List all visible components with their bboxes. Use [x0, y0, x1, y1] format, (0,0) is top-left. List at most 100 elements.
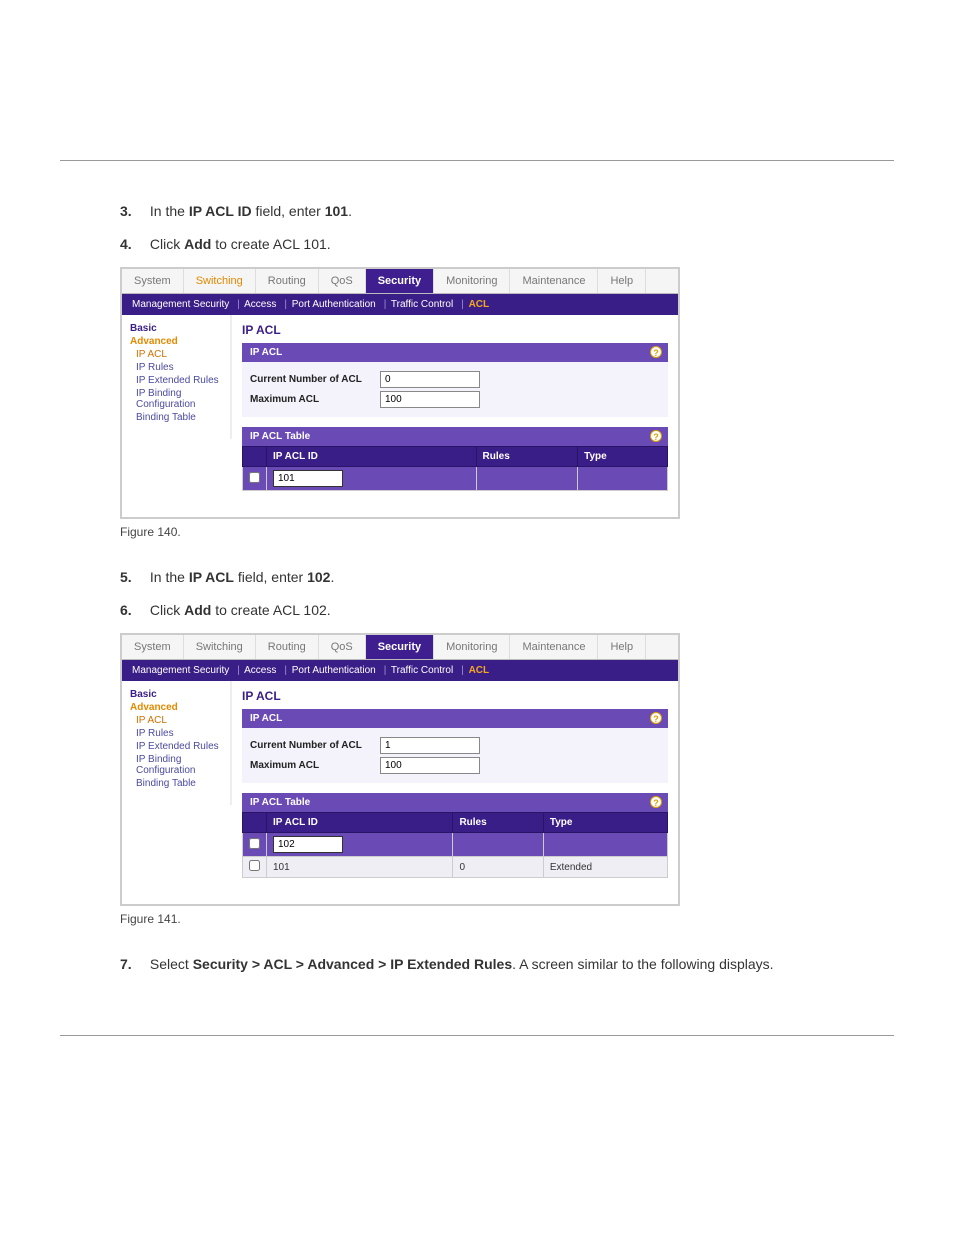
sidebar-advanced[interactable]: Advanced — [130, 702, 224, 713]
ipacl-table-head: IP ACL Table ? — [242, 793, 668, 812]
help-icon[interactable]: ? — [650, 712, 662, 724]
sidebar-item-bindingtable[interactable]: Binding Table — [136, 412, 224, 423]
row-checkbox[interactable] — [249, 472, 260, 483]
tab-system[interactable]: System — [122, 635, 184, 659]
step-3-field: IP ACL ID — [189, 203, 252, 219]
step-5-text-a: In the — [150, 569, 189, 585]
ipacl-panel: IP ACL ? Current Number of ACL Maximum A… — [242, 709, 668, 783]
sidebar-item-iprules[interactable]: IP Rules — [136, 362, 224, 373]
step-5-field: IP ACL — [189, 569, 234, 585]
sidebar-item-ipbinding[interactable]: IP Binding Configuration — [136, 754, 224, 776]
current-acl-row: Current Number of ACL — [250, 371, 660, 388]
figure-141-label: Figure 141. — [120, 912, 894, 926]
step-6-action: Add — [184, 602, 211, 618]
netgear-ui-fig141: System Switching Routing QoS Security Mo… — [120, 633, 680, 906]
figure-140-label: Figure 140. — [120, 525, 894, 539]
max-acl-label: Maximum ACL — [250, 394, 380, 405]
sidebar-item-bindingtable[interactable]: Binding Table — [136, 778, 224, 789]
ui-body: Basic Advanced IP ACL IP Rules IP Extend… — [122, 315, 678, 517]
subnav-sep: | — [284, 665, 287, 676]
sidebar-advanced[interactable]: Advanced — [130, 336, 224, 347]
tab-monitoring[interactable]: Monitoring — [434, 635, 510, 659]
step-3-text-a: In the — [150, 203, 189, 219]
step-4: 4. Click Add to create ACL 101. — [120, 234, 894, 255]
tab-qos[interactable]: QoS — [319, 269, 366, 293]
subnav-portauth[interactable]: Port Authentication — [292, 665, 376, 676]
netgear-ui-fig140: System Switching Routing QoS Security Mo… — [120, 267, 680, 519]
ipacl-table: IP ACL ID Rules Type — [242, 812, 668, 878]
sidebar: Basic Advanced IP ACL IP Rules IP Extend… — [122, 681, 232, 805]
step-3-value: 101 — [325, 203, 348, 219]
sub-nav: Management Security | Access | Port Authen… — [122, 660, 678, 681]
current-acl-input[interactable] — [380, 737, 480, 754]
tab-switching[interactable]: Switching — [184, 635, 256, 659]
subnav-sep: | — [461, 665, 464, 676]
subnav-acl[interactable]: ACL — [469, 299, 490, 310]
page-footer-rule — [60, 1035, 894, 1036]
subnav-access[interactable]: Access — [244, 665, 276, 676]
sidebar-item-ipacl[interactable]: IP ACL — [136, 715, 224, 726]
sidebar-item-ipacl[interactable]: IP ACL — [136, 349, 224, 360]
subnav-mgmt[interactable]: Management Security — [132, 665, 229, 676]
subnav-portauth[interactable]: Port Authentication — [292, 299, 376, 310]
content-title: IP ACL — [242, 323, 668, 337]
subnav-mgmt[interactable]: Management Security — [132, 299, 229, 310]
max-acl-input[interactable] — [380, 757, 480, 774]
tab-security[interactable]: Security — [366, 269, 434, 293]
subnav-sep: | — [284, 299, 287, 310]
col-id: IP ACL ID — [267, 813, 453, 833]
step-4-num: 4. — [120, 234, 146, 255]
sidebar-basic[interactable]: Basic — [130, 689, 224, 700]
tab-routing[interactable]: Routing — [256, 635, 319, 659]
step-5-text-c: field, enter — [234, 569, 307, 585]
row-id: 101 — [267, 857, 453, 878]
sidebar-item-iprules[interactable]: IP Rules — [136, 728, 224, 739]
step-7: 7. Select Security > ACL > Advanced > IP… — [120, 954, 894, 975]
sidebar-item-ipextrules[interactable]: IP Extended Rules — [136, 375, 224, 386]
sidebar-item-ipbinding[interactable]: IP Binding Configuration — [136, 388, 224, 410]
table-edit-row — [243, 467, 668, 491]
sidebar-item-ipextrules[interactable]: IP Extended Rules — [136, 741, 224, 752]
col-rules: Rules — [476, 447, 578, 467]
ipacl-panel-head: IP ACL ? — [242, 343, 668, 362]
max-acl-input[interactable] — [380, 391, 480, 408]
ipacl-table-panel: IP ACL Table ? IP ACL ID Rules Type — [242, 793, 668, 878]
tab-maintenance[interactable]: Maintenance — [510, 269, 598, 293]
tab-switching[interactable]: Switching — [184, 269, 256, 293]
current-acl-label: Current Number of ACL — [250, 740, 380, 751]
ipacl-panel-title: IP ACL — [250, 347, 282, 358]
step-6-num: 6. — [120, 600, 146, 621]
acl-id-input[interactable] — [273, 470, 343, 487]
acl-id-input[interactable] — [273, 836, 343, 853]
tab-security[interactable]: Security — [366, 635, 434, 659]
col-id: IP ACL ID — [267, 447, 477, 467]
subnav-acl[interactable]: ACL — [469, 665, 490, 676]
step-4-text-c: to create ACL 101. — [211, 236, 330, 252]
subnav-sep: | — [237, 665, 240, 676]
tab-help[interactable]: Help — [598, 269, 646, 293]
help-icon[interactable]: ? — [650, 796, 662, 808]
content-pane: IP ACL IP ACL ? Current Number of ACL Ma… — [232, 315, 678, 517]
tab-maintenance[interactable]: Maintenance — [510, 635, 598, 659]
tab-monitoring[interactable]: Monitoring — [434, 269, 510, 293]
tab-qos[interactable]: QoS — [319, 635, 366, 659]
tab-help[interactable]: Help — [598, 635, 646, 659]
table-row[interactable]: 101 0 Extended — [243, 857, 668, 878]
current-acl-input[interactable] — [380, 371, 480, 388]
edit-rules-cell — [453, 833, 543, 857]
col-checkbox — [243, 813, 267, 833]
help-icon[interactable]: ? — [650, 346, 662, 358]
tab-routing[interactable]: Routing — [256, 269, 319, 293]
subnav-access[interactable]: Access — [244, 299, 276, 310]
step-4-text-a: Click — [150, 236, 184, 252]
ipacl-table-head: IP ACL Table ? — [242, 427, 668, 446]
row-checkbox[interactable] — [249, 860, 260, 871]
sidebar-basic[interactable]: Basic — [130, 323, 224, 334]
ipacl-table: IP ACL ID Rules Type — [242, 446, 668, 491]
tab-system[interactable]: System — [122, 269, 184, 293]
help-icon[interactable]: ? — [650, 430, 662, 442]
max-acl-row: Maximum ACL — [250, 391, 660, 408]
subnav-traffic[interactable]: Traffic Control — [391, 665, 453, 676]
row-checkbox[interactable] — [249, 838, 260, 849]
subnav-traffic[interactable]: Traffic Control — [391, 299, 453, 310]
